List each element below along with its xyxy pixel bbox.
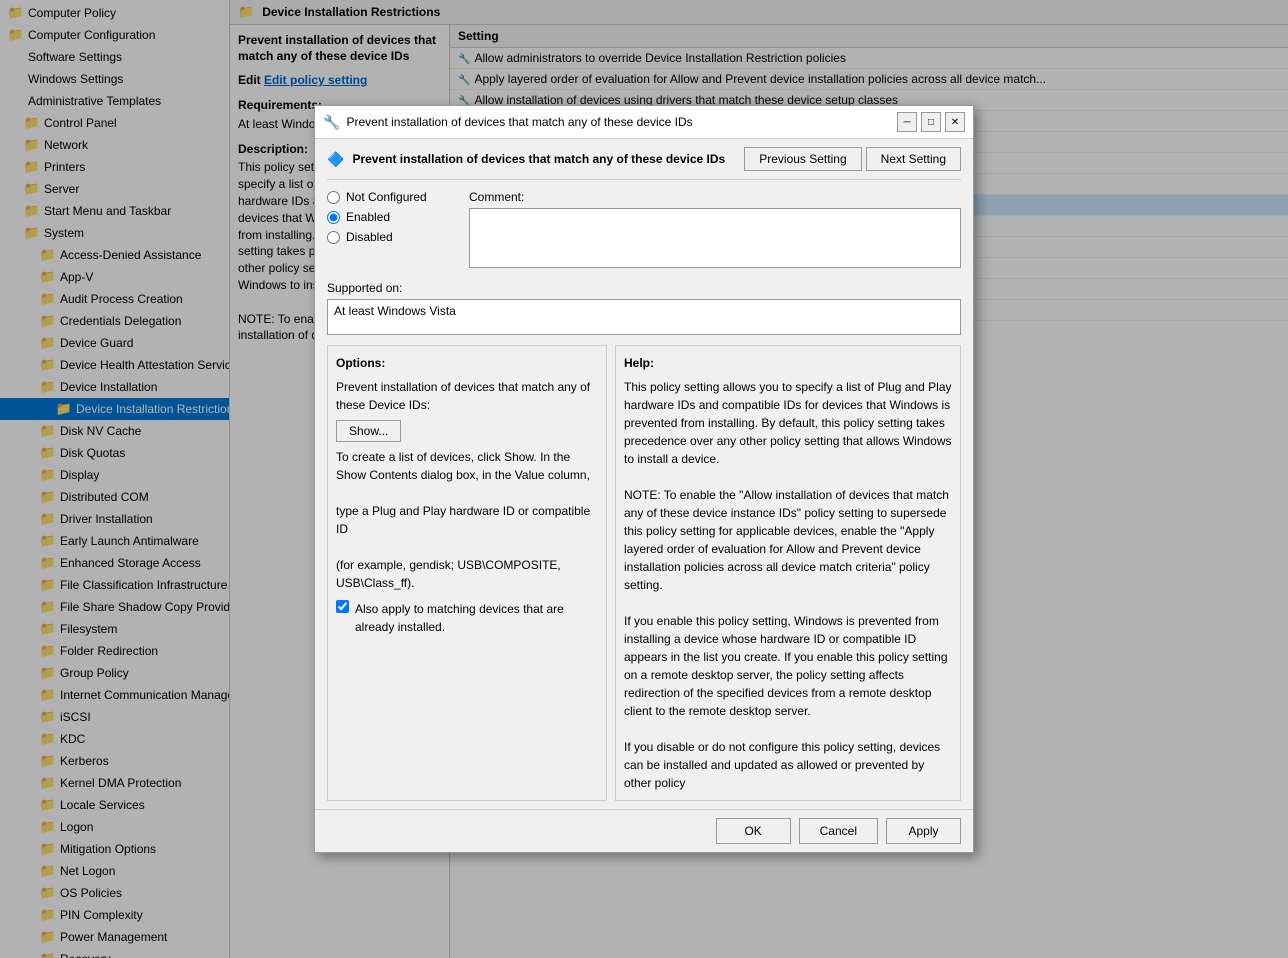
checkbox-row: Also apply to matching devices that are … <box>336 600 598 636</box>
disabled-radio[interactable] <box>327 231 340 244</box>
modal-nav-buttons: Previous Setting Next Setting <box>744 147 961 171</box>
next-setting-button[interactable]: Next Setting <box>866 147 961 171</box>
checkbox-label: Also apply to matching devices that are … <box>355 600 598 636</box>
supported-value: At least Windows Vista <box>334 304 456 318</box>
supported-label: Supported on: <box>327 281 961 295</box>
help-text: This policy setting allows you to specif… <box>624 378 952 792</box>
also-apply-checkbox[interactable] <box>336 600 349 613</box>
modal-titlebar: 🔧 Prevent installation of devices that m… <box>315 106 973 139</box>
enabled-option[interactable]: Enabled <box>327 210 457 224</box>
disabled-option[interactable]: Disabled <box>327 230 457 244</box>
show-button[interactable]: Show... <box>336 420 401 442</box>
modal-top-bar: 🔷 Prevent installation of devices that m… <box>327 147 961 180</box>
enabled-label: Enabled <box>346 210 390 224</box>
help-title: Help: <box>624 354 952 372</box>
not-configured-label: Not Configured <box>346 190 427 204</box>
not-configured-radio[interactable] <box>327 191 340 204</box>
modal-close-button[interactable]: ✕ <box>945 112 965 132</box>
options-section: Options: Prevent installation of devices… <box>327 345 607 801</box>
modal-titlebar-left: 🔧 Prevent installation of devices that m… <box>323 114 693 131</box>
disabled-label: Disabled <box>346 230 393 244</box>
modal-minimize-button[interactable]: ─ <box>897 112 917 132</box>
comment-section: Comment: <box>469 190 961 271</box>
ok-button[interactable]: OK <box>716 818 791 844</box>
not-configured-option[interactable]: Not Configured <box>327 190 457 204</box>
modal-footer: OK Cancel Apply <box>315 809 973 852</box>
options-title: Options: <box>336 354 598 372</box>
prev-setting-button[interactable]: Previous Setting <box>744 147 861 171</box>
modal-top-bar-left: 🔷 Prevent installation of devices that m… <box>327 151 744 168</box>
supported-box: At least Windows Vista <box>327 299 961 335</box>
modal-maximize-button[interactable]: □ <box>921 112 941 132</box>
apply-button[interactable]: Apply <box>886 818 961 844</box>
comment-label: Comment: <box>469 190 961 204</box>
options-detail: To create a list of devices, click Show.… <box>336 448 598 592</box>
enabled-radio[interactable] <box>327 211 340 224</box>
radio-comment-area: Not Configured Enabled Disabled Comment: <box>327 190 961 271</box>
modal-dialog: 🔧 Prevent installation of devices that m… <box>314 105 974 853</box>
modal-titlebar-icon: 🔧 <box>323 114 340 131</box>
modal-policy-icon: 🔷 <box>327 151 344 168</box>
supported-section: Supported on: At least Windows Vista <box>327 281 961 335</box>
cancel-button[interactable]: Cancel <box>799 818 878 844</box>
options-help-area: Options: Prevent installation of devices… <box>327 345 961 801</box>
modal-title: Prevent installation of devices that mat… <box>346 115 692 129</box>
options-text: Prevent installation of devices that mat… <box>336 378 598 414</box>
modal-titlebar-controls: ─ □ ✕ <box>897 112 965 132</box>
modal-body: 🔷 Prevent installation of devices that m… <box>315 139 973 809</box>
modal-top-bar-title: Prevent installation of devices that mat… <box>352 152 725 166</box>
radio-group: Not Configured Enabled Disabled <box>327 190 457 271</box>
modal-overlay: 🔧 Prevent installation of devices that m… <box>0 0 1288 958</box>
comment-textarea[interactable] <box>469 208 961 268</box>
help-section: Help: This policy setting allows you to … <box>615 345 961 801</box>
